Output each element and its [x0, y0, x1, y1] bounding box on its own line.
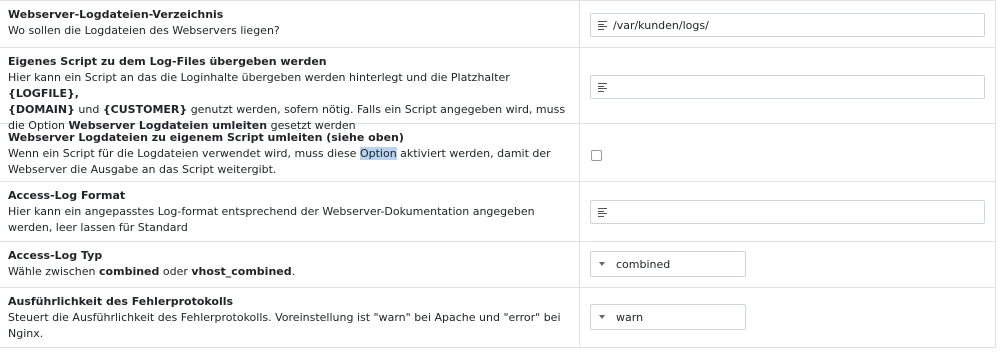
setting-control-cell: warn: [579, 288, 995, 347]
setting-control-cell: combined: [579, 242, 995, 287]
error-log-level-select[interactable]: warn: [590, 304, 746, 330]
desc-text: .: [291, 265, 296, 278]
desc-text: und: [74, 103, 103, 116]
desc-text: Hier kann ein Script an das die Loginhal…: [8, 71, 510, 84]
highlighted-text: Option: [359, 147, 397, 160]
setting-control-cell: [579, 182, 995, 241]
setting-label-cell: Access-Log Typ Wähle zwischen combined o…: [0, 242, 579, 287]
setting-label-cell: Eigenes Script zu dem Log-Files übergebe…: [0, 48, 579, 132]
chevron-down-icon: [599, 315, 605, 319]
setting-row-log-directory: Webserver-Logdateien-Verzeichnis Wo soll…: [0, 0, 995, 48]
setting-label-cell: Access-Log Format Hier kann ein angepass…: [0, 182, 579, 241]
access-log-format-input[interactable]: [590, 200, 985, 224]
setting-control-cell: [579, 124, 995, 181]
text-lines-icon: [598, 208, 607, 218]
setting-description: Hier kann ein angepasstes Log-format ent…: [8, 205, 535, 234]
access-log-type-select[interactable]: combined: [590, 251, 746, 277]
log-directory-value: /var/kunden/logs/: [613, 19, 709, 32]
setting-row-log-script: Eigenes Script zu dem Log-Files übergebe…: [0, 48, 995, 132]
desc-text: oder: [159, 265, 192, 278]
setting-description: Wo sollen die Logdateien des Webservers …: [8, 24, 280, 37]
setting-description: Steuert die Ausführlichkeit des Fehlerpr…: [8, 311, 561, 340]
setting-title: Webserver Logdateien zu eigenem Script u…: [8, 131, 404, 144]
settings-table: Webserver-Logdateien-Verzeichnis Wo soll…: [0, 0, 996, 348]
chevron-down-icon: [599, 262, 605, 266]
setting-control-cell: [579, 48, 995, 123]
setting-label-cell: Webserver-Logdateien-Verzeichnis Wo soll…: [0, 1, 579, 47]
setting-label-cell: Ausführlichkeit des Fehlerprotokolls Ste…: [0, 288, 579, 347]
setting-description: Wenn ein Script für die Logdateien verwe…: [8, 146, 579, 178]
setting-title: Access-Log Format: [8, 189, 126, 202]
log-directory-input[interactable]: /var/kunden/logs/: [590, 13, 985, 37]
option-vhost-combined: vhost_combined: [191, 265, 292, 278]
redirect-logs-checkbox[interactable]: [591, 150, 602, 161]
desc-text: Wenn ein Script für die Logdateien verwe…: [8, 147, 360, 160]
access-log-type-value: combined: [616, 258, 671, 271]
placeholder-customer: {CUSTOMER}: [102, 103, 188, 116]
setting-label-cell: Webserver Logdateien zu eigenem Script u…: [0, 124, 579, 181]
setting-row-access-log-format: Access-Log Format Hier kann ein angepass…: [0, 182, 995, 242]
desc-text: Wähle zwischen: [8, 265, 100, 278]
setting-title: Access-Log Typ: [8, 249, 103, 262]
text-lines-icon: [598, 83, 607, 93]
placeholder-logfile: {LOGFILE},: [8, 87, 79, 100]
setting-control-cell: /var/kunden/logs/: [579, 1, 995, 47]
error-log-level-value: warn: [616, 311, 644, 324]
option-combined: combined: [99, 265, 160, 278]
setting-row-error-log-level: Ausführlichkeit des Fehlerprotokolls Ste…: [0, 288, 995, 348]
setting-title: Eigenes Script zu dem Log-Files übergebe…: [8, 55, 327, 68]
setting-title: Webserver-Logdateien-Verzeichnis: [8, 8, 224, 21]
setting-title: Ausführlichkeit des Fehlerprotokolls: [8, 295, 234, 308]
log-script-input[interactable]: [590, 75, 985, 99]
text-lines-icon: [598, 21, 607, 31]
setting-row-redirect-logs: Webserver Logdateien zu eigenem Script u…: [0, 124, 995, 182]
setting-description: Wähle zwischen combined oder vhost_combi…: [8, 264, 579, 280]
setting-row-access-log-type: Access-Log Typ Wähle zwischen combined o…: [0, 242, 995, 288]
placeholder-domain: {DOMAIN}: [8, 103, 75, 116]
